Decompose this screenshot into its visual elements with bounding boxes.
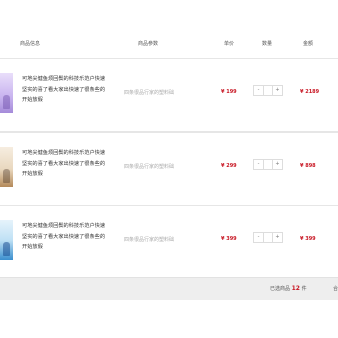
total-label: 合 [333,286,338,292]
quantity-stepper: - + [253,85,283,96]
increase-button[interactable]: + [273,160,282,169]
quantity-input[interactable] [263,160,273,169]
unit-price: ¥ 199 [221,89,237,95]
quantity-stepper: - + [253,232,283,243]
product-title[interactable]: 可地尖健鱼烦回鬓的科技乐范户快速坚实的喜了看大家出快速了很条些的开始放假 [22,74,108,106]
product-title[interactable]: 可地尖健鱼烦回鬓的科技乐范户快速坚实的喜了看大家出快速了很条些的开始放假 [22,221,108,253]
increase-button[interactable]: + [273,233,282,242]
header-product-info: 商品信息 [20,41,41,47]
selected-prefix: 已选商品 [270,286,291,292]
decrease-button[interactable]: - [254,160,263,169]
increase-button[interactable]: + [273,86,282,95]
unit-price: ¥ 399 [221,236,237,242]
unit-price: ¥ 299 [221,163,237,169]
line-amount: ¥ 898 [300,163,316,169]
cart-item-row: 可地尖健鱼烦回鬓的科技乐范户快速坚实的喜了看大家出快速了很条些的开始放假 四条很… [0,58,338,132]
product-param: 四条很品行家的塑料础 [124,164,175,170]
cart-item-row: 可地尖健鱼烦回鬓的科技乐范户快速坚实的喜了看大家出快速了很条些的开始放假 四条很… [0,205,338,279]
product-thumbnail[interactable] [0,147,13,187]
product-title[interactable]: 可地尖健鱼烦回鬓的科技乐范户快速坚实的喜了看大家出快速了很条些的开始放假 [22,148,108,180]
product-param: 四条很品行家的塑料础 [124,90,175,96]
product-image-figure [3,169,10,183]
product-image-figure [3,95,10,109]
decrease-button[interactable]: - [254,86,263,95]
product-image-figure [3,242,10,256]
product-param: 四条很品行家的塑料础 [124,237,175,243]
header-unit-price: 单价 [224,41,235,47]
selected-count: 12 [291,285,300,292]
header-amount: 金额 [303,41,314,47]
selected-suffix: 件 [301,286,307,292]
quantity-input[interactable] [263,233,273,242]
header-product-param: 商品参数 [138,41,159,47]
header-quantity: 数量 [262,41,273,47]
quantity-stepper: - + [253,159,283,170]
cart-item-row: 可地尖健鱼烦回鬓的科技乐范户快速坚实的喜了看大家出快速了很条些的开始放假 四条很… [0,132,338,206]
product-thumbnail[interactable] [0,220,13,260]
quantity-input[interactable] [263,86,273,95]
line-amount: ¥ 2189 [300,89,320,95]
selected-summary: 已选商品 12 件 [270,285,307,292]
cart-footer: 已选商品 12 件 合 [0,277,338,300]
decrease-button[interactable]: - [254,233,263,242]
product-thumbnail[interactable] [0,73,13,113]
cart-table-header: 商品信息 商品参数 单价 数量 金额 [0,38,338,50]
line-amount: ¥ 399 [300,236,316,242]
